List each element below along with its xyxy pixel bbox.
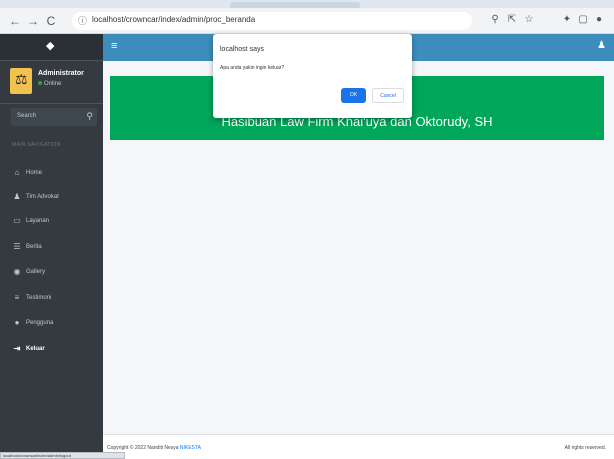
url-input[interactable]: ⓘ localhost/crowncar/index/admin/proc_be… bbox=[72, 12, 472, 30]
news-icon: ☰ bbox=[13, 242, 21, 251]
profile-icon[interactable]: ● bbox=[592, 13, 606, 27]
sidebar-item-home[interactable]: ⌂ Home bbox=[12, 168, 98, 182]
sidebar-item-label: Berita bbox=[26, 244, 42, 250]
cancel-button[interactable]: Cancel bbox=[372, 88, 404, 103]
user-icon: ● bbox=[14, 318, 20, 327]
search-icon[interactable]: ⚲ bbox=[86, 111, 93, 122]
sidebar-item-label: Home bbox=[26, 170, 43, 176]
sidebar-item-label: Testimoni bbox=[26, 295, 52, 301]
home-icon: ⌂ bbox=[14, 168, 20, 177]
logout-icon: ⇥ bbox=[13, 344, 21, 353]
sidebar-item-layanan[interactable]: ▭ Layanan bbox=[12, 216, 98, 230]
search-placeholder: Search bbox=[17, 113, 37, 119]
forward-icon[interactable]: → bbox=[24, 12, 42, 30]
copyright-link[interactable]: NIKESTA bbox=[180, 445, 201, 451]
info-icon[interactable]: ⓘ bbox=[78, 14, 87, 27]
user-menu-icon[interactable]: ♟ bbox=[597, 40, 606, 51]
monitor-icon: ▭ bbox=[13, 216, 21, 225]
reload-icon[interactable]: C bbox=[42, 12, 60, 30]
browser-address-bar: ← → C ⓘ localhost/crowncar/index/admin/p… bbox=[0, 8, 614, 34]
browser-tab-bar bbox=[0, 0, 614, 8]
scales-icon: ⚖ bbox=[15, 71, 28, 87]
ok-button[interactable]: OK bbox=[341, 88, 366, 103]
back-icon[interactable]: ← bbox=[6, 12, 24, 30]
dialog-title: localhost says bbox=[220, 46, 264, 53]
sidepanel-icon[interactable]: ▢ bbox=[576, 13, 590, 27]
brand-icon[interactable]: ◆ bbox=[46, 39, 54, 52]
user-name[interactable]: Administrator bbox=[38, 70, 84, 77]
sidebar-item-tim-advokat[interactable]: ♟ Tim Advokat bbox=[12, 192, 98, 206]
sidebar-item-label: Keluar bbox=[26, 346, 45, 352]
sidebar-item-pengguna[interactable]: ● Pengguna bbox=[12, 318, 98, 332]
camera-icon: ◉ bbox=[13, 267, 21, 276]
avatar: ⚖ bbox=[10, 68, 32, 94]
footer: Copyright © 2022 Nanditi Nesya NIKESTA A… bbox=[103, 434, 614, 459]
extensions-icon[interactable]: ✦ bbox=[560, 13, 574, 27]
online-dot-icon bbox=[38, 81, 42, 85]
dialog-message: Apa anda yakin ingin keluar? bbox=[220, 65, 285, 71]
bookmark-icon[interactable]: ☆ bbox=[522, 13, 536, 27]
menu-toggle-icon[interactable]: ≡ bbox=[111, 40, 117, 52]
nav-header: MAIN NAVIGATION bbox=[12, 142, 61, 148]
sidebar-item-label: Pengguna bbox=[26, 320, 54, 326]
sidebar-item-label: Tim Advokat bbox=[26, 194, 59, 200]
sidebar-item-keluar[interactable]: ⇥ Keluar bbox=[12, 344, 98, 358]
confirm-dialog: localhost says Apa anda yakin ingin kelu… bbox=[213, 34, 412, 118]
list-icon: ≡ bbox=[14, 293, 20, 302]
copyright: Copyright © 2022 Nanditi Nesya NIKESTA bbox=[107, 445, 201, 451]
sidebar-item-gallery[interactable]: ◉ Gallery bbox=[12, 267, 98, 281]
sidebar-brand: ◆ bbox=[0, 34, 103, 61]
search-input[interactable]: Search ⚲ bbox=[11, 108, 97, 126]
url-text: localhost/crowncar/index/admin/proc_bera… bbox=[92, 15, 256, 24]
sidebar-item-testimoni[interactable]: ≡ Testimoni bbox=[12, 293, 98, 307]
person-icon: ♟ bbox=[13, 192, 21, 201]
sidebar-item-label: Gallery bbox=[26, 269, 46, 275]
sidebar: ◆ ⚖ Administrator Online Search ⚲ MAIN N… bbox=[0, 34, 103, 454]
user-panel: ⚖ Administrator Online bbox=[0, 62, 103, 104]
sidebar-item-label: Layanan bbox=[26, 218, 50, 224]
sidebar-item-berita[interactable]: ☰ Berita bbox=[12, 242, 98, 256]
status-bar-url: localhost/crowncar/index/admin/logout bbox=[0, 452, 125, 459]
user-status: Online bbox=[38, 81, 61, 87]
share-icon[interactable]: ⇱ bbox=[505, 13, 519, 27]
search-page-icon[interactable]: ⚲ bbox=[488, 13, 502, 27]
rights-text: All rights reserved. bbox=[564, 445, 606, 451]
